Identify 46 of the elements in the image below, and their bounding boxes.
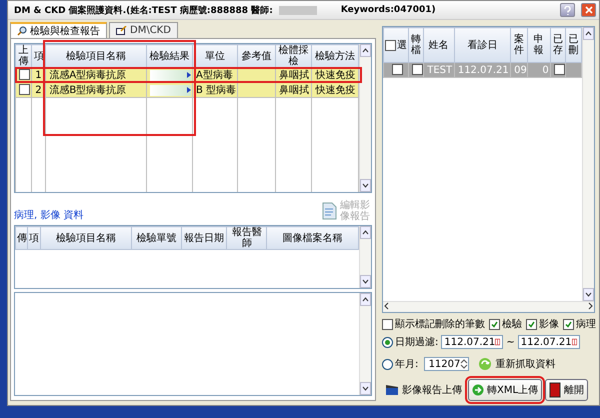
- filter-option[interactable]: 病理: [563, 317, 596, 331]
- table-cell: 鼻咽拭: [275, 82, 312, 98]
- filter-option[interactable]: 檢驗: [489, 317, 522, 331]
- column-header[interactable]: 檢驗單號: [131, 226, 182, 250]
- column-header[interactable]: 單位: [192, 44, 238, 68]
- month-filter-option[interactable]: 年月:: [382, 357, 418, 371]
- upload-report-button[interactable]: 影像報告上傳: [382, 379, 465, 401]
- column-header[interactable]: 傳: [16, 226, 28, 250]
- column-header[interactable]: 選: [384, 28, 408, 62]
- tab[interactable]: DM\CKD: [109, 22, 178, 38]
- column-header[interactable]: 已存: [550, 28, 566, 62]
- table-cell: TEST: [423, 62, 454, 78]
- window-title: DM & CKD 個案照護資料.(姓名:TEST 病歷號:888888 醫師:: [14, 4, 273, 16]
- date-filter-option[interactable]: 日期過濾:: [382, 335, 438, 349]
- column-header[interactable]: 檢體採檢: [275, 44, 312, 68]
- date-field[interactable]: 112.07.21: [518, 335, 580, 349]
- column-header[interactable]: 檢驗方法: [312, 44, 358, 68]
- column-header[interactable]: 案件: [510, 28, 528, 62]
- column-header[interactable]: 申報: [527, 28, 550, 62]
- date-field[interactable]: 112.07.21: [441, 335, 504, 349]
- month-spin-field[interactable]: 11207: [424, 357, 470, 371]
- column-header[interactable]: 檢驗項目名稱: [46, 44, 146, 68]
- column-header[interactable]: 參考值: [237, 44, 276, 68]
- column-header[interactable]: 轉檔: [408, 28, 424, 62]
- table-cell: 流感B型病毒抗原: [46, 82, 146, 98]
- refresh-button[interactable]: 重新抓取資料: [475, 353, 558, 375]
- column-header[interactable]: 報告醫師: [226, 226, 267, 250]
- exit-button[interactable]: 離開: [545, 379, 588, 401]
- column-header[interactable]: 已刪: [566, 28, 582, 62]
- column-header[interactable]: 姓名: [423, 28, 454, 62]
- filter-option[interactable]: 影像: [526, 317, 559, 331]
- range-separator: ~: [506, 336, 515, 348]
- window-title-keywords: Keywords:047001): [340, 5, 436, 15]
- column-header[interactable]: 項: [28, 226, 41, 250]
- column-header[interactable]: 圖像檔案名稱: [266, 226, 358, 250]
- column-header[interactable]: 報告日期: [181, 226, 227, 250]
- table-cell: 112.07.21: [454, 62, 511, 78]
- table-cell: 快速免疫: [312, 82, 358, 98]
- column-header[interactable]: 看診日: [454, 28, 511, 62]
- tab[interactable]: 檢驗與檢查報告: [10, 22, 107, 38]
- show-deleted-option[interactable]: 顯示標記刪除的筆數: [382, 317, 485, 331]
- section-title: 病理, 影像 資料: [14, 208, 84, 222]
- column-header[interactable]: 上傳: [16, 44, 32, 68]
- xml-upload-button[interactable]: 轉XML上傳: [468, 379, 542, 401]
- column-header[interactable]: 檢驗結果: [146, 44, 193, 68]
- column-header[interactable]: 檢驗項目名稱: [40, 226, 132, 250]
